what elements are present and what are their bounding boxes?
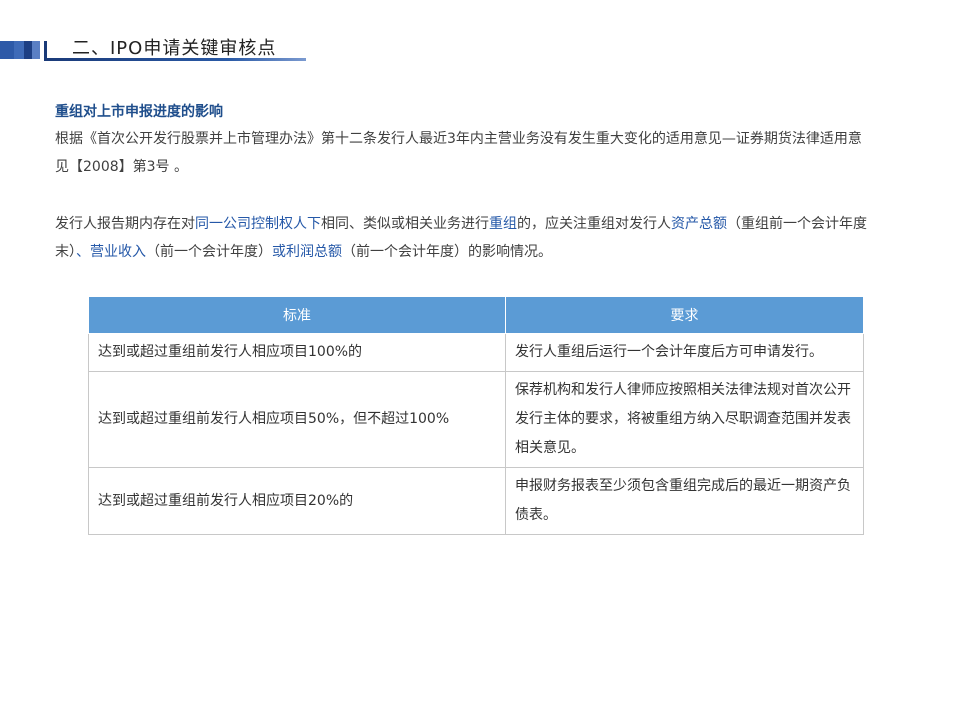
table-cell-standard: 达到或超过重组前发行人相应项目20%的 [88, 467, 506, 535]
text-segment: 相同、类似或相关业务进行 [321, 216, 489, 232]
paragraph-restructuring: 发行人报告期内存在对同一公司控制权人下相同、类似或相关业务进行重组的，应关注重组… [55, 210, 875, 266]
table-cell-standard: 达到或超过重组前发行人相应项目100%的 [88, 333, 506, 372]
table-header-row: 标准 要求 [88, 296, 864, 334]
text-segment: （前一个会计年度）的影响情况。 [342, 244, 552, 260]
text-segment: 发行人报告期内存在对 [55, 216, 195, 232]
table-cell-standard: 达到或超过重组前发行人相应项目50%，但不超过100% [88, 371, 506, 468]
table-cell-requirement: 申报财务报表至少须包含重组完成后的最近一期资产负债表。 [505, 467, 864, 535]
table-cell-requirement: 发行人重组后运行一个会计年度后方可申请发行。 [505, 333, 864, 372]
table-row: 达到或超过重组前发行人相应项目100%的 发行人重组后运行一个会计年度后方可申请… [88, 333, 864, 372]
paragraph-regulation: 根据《首次公开发行股票并上市管理办法》第十二条发行人最近3年内主营业务没有发生重… [55, 131, 862, 175]
table-cell-requirement: 保荐机构和发行人律师应按照相关法律法规对首次公开发行主体的要求，将被重组方纳入尽… [505, 371, 864, 468]
text-segment: 的，应关注重组对发行人 [517, 216, 671, 232]
highlight-total-profit: 或利润总额 [272, 244, 342, 260]
highlight-total-assets: 资产总额 [671, 216, 727, 232]
table-row: 达到或超过重组前发行人相应项目50%，但不超过100% 保荐机构和发行人律师应按… [88, 371, 864, 468]
text-segment: （前一个会计年度） [146, 244, 272, 260]
highlight-same-controller: 同一公司控制权人下 [195, 216, 321, 232]
highlight-revenue: 、营业收入 [76, 244, 146, 260]
page-title: 二、IPO申请关键审核点 [72, 38, 277, 59]
section-heading: 重组对上市申报进度的影响 [55, 104, 223, 120]
criteria-table: 标准 要求 达到或超过重组前发行人相应项目100%的 发行人重组后运行一个会计年… [88, 296, 864, 535]
table-row: 达到或超过重组前发行人相应项目20%的 申报财务报表至少须包含重组完成后的最近一… [88, 467, 864, 535]
highlight-restructuring: 重组 [489, 216, 517, 232]
header-requirement: 要求 [505, 296, 864, 334]
header-standard: 标准 [88, 296, 506, 334]
